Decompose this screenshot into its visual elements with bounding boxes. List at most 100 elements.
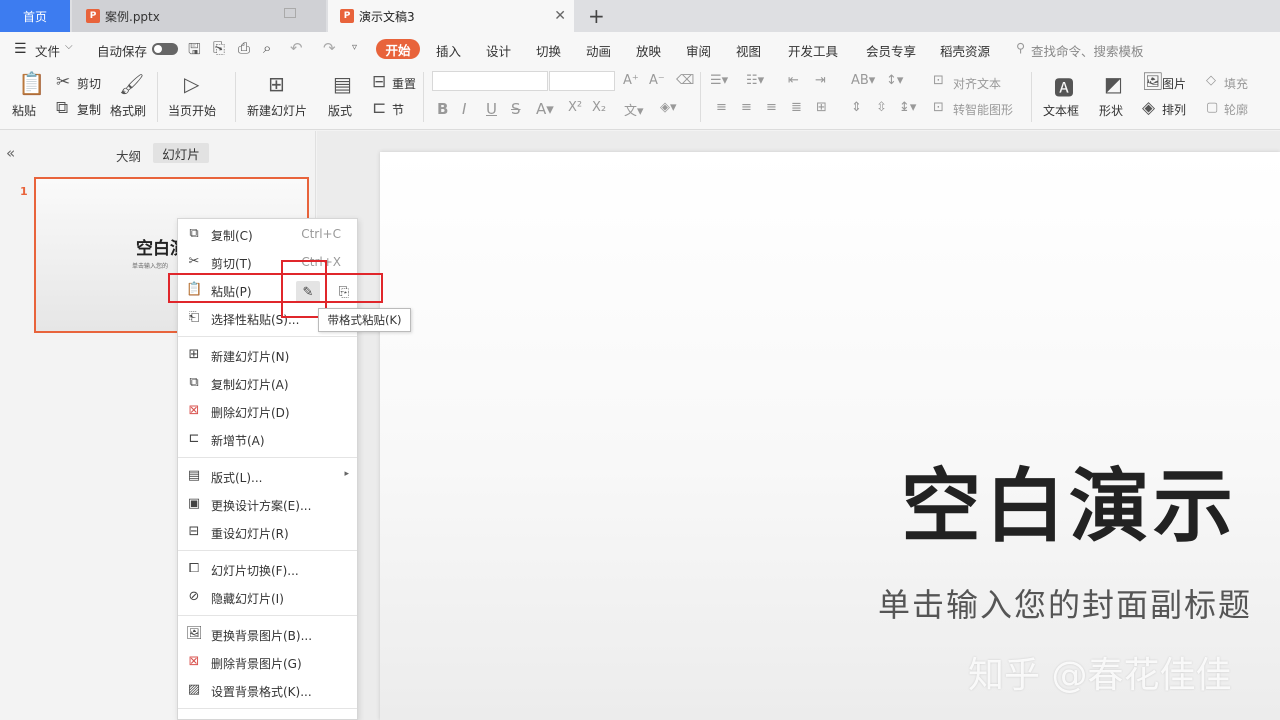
add-tab-button[interactable]: + [588, 4, 605, 28]
menu-tab-design[interactable]: 设计 [486, 41, 511, 60]
export-icon[interactable]: ⎘ [213, 39, 225, 57]
distribute-icon[interactable]: ⊞ [816, 100, 827, 115]
customize-chevron-icon[interactable]: ▿ [352, 42, 357, 53]
font-shrink-icon[interactable]: A⁻ [649, 73, 665, 88]
menu-item-new-slide[interactable]: ⊞ 新建幻灯片(N) [178, 341, 357, 369]
shape-icon[interactable]: ◩ [1104, 72, 1123, 96]
align-text-icon[interactable]: ⊡ [933, 73, 944, 88]
ribbon-smart-graphic-button[interactable]: 转智能图形 [953, 101, 1013, 118]
arrange-icon[interactable]: ◈ [1142, 98, 1155, 118]
ribbon-align-text-button[interactable]: 对齐文本 [953, 75, 1001, 92]
menu-item-background-format[interactable]: ▨ 设置背景格式(K)... [178, 676, 357, 704]
menu-tab-docer[interactable]: 稻壳资源 [940, 41, 990, 60]
menu-tab-member[interactable]: 会员专享 [866, 41, 916, 60]
superscript-icon[interactable]: X² [568, 100, 582, 115]
strikethrough-button[interactable]: S [511, 100, 521, 118]
line-height-icon[interactable]: ↨▾ [899, 100, 916, 115]
preview-icon[interactable]: ⌕ [263, 39, 271, 57]
tab-case-file[interactable]: P 案例.pptx [72, 0, 326, 32]
underline-button[interactable]: U [486, 100, 497, 118]
ribbon-reset-button[interactable]: 重置 [392, 75, 416, 92]
ribbon-from-start-button[interactable]: 当页开始 [168, 102, 216, 119]
slide-title[interactable]: 空白演示 [901, 442, 1237, 558]
highlight-icon[interactable]: ◈▾ [660, 100, 677, 115]
align-center-icon[interactable]: ≡ [741, 100, 752, 115]
copy-icon[interactable]: ⧉ [56, 98, 68, 118]
search-command-input[interactable]: 查找命令、搜索模板 [1031, 41, 1144, 60]
close-icon[interactable]: ✕ [554, 8, 566, 24]
picture-icon[interactable]: 🖼 [1142, 72, 1164, 92]
para-spacing2-icon[interactable]: ⇳ [876, 100, 887, 115]
eraser-icon[interactable]: ⌫ [676, 73, 694, 88]
slide-subtitle[interactable]: 单击输入您的封面副标题 [878, 580, 1252, 626]
italic-button[interactable]: I [462, 100, 466, 118]
textbox-icon[interactable]: 🅰 [1054, 72, 1074, 101]
fill-icon[interactable]: ◇ [1206, 73, 1216, 88]
font-family-select[interactable] [432, 71, 548, 91]
tab-slides[interactable]: 幻灯片 [153, 143, 209, 163]
ribbon-section-button[interactable]: 节 [392, 101, 404, 118]
para-spacing-icon[interactable]: ⇕ [851, 100, 862, 115]
menu-item-transition[interactable]: ⧠ 幻灯片切换(F)... [178, 555, 357, 583]
menu-item-duplicate-slide[interactable]: ⧉ 复制幻灯片(A) [178, 369, 357, 397]
hamburger-icon[interactable]: ☰ [14, 41, 27, 57]
menu-tab-insert[interactable]: 插入 [436, 41, 461, 60]
indent-increase-icon[interactable]: ⇥ [815, 73, 826, 88]
ribbon-picture-button[interactable]: 图片 [1162, 75, 1186, 92]
new-slide-icon[interactable]: ⊞ [268, 72, 285, 96]
autosave-toggle[interactable] [152, 43, 178, 55]
align-right-icon[interactable]: ≡ [766, 100, 777, 115]
outline-icon[interactable]: ▢ [1206, 100, 1218, 115]
collapse-pane-icon[interactable]: « [6, 144, 15, 162]
menu-file[interactable]: 文件 [35, 41, 60, 60]
align-left-icon[interactable]: ≡ [716, 100, 727, 115]
redo-icon[interactable]: ↷ [323, 39, 336, 57]
paste-icon[interactable]: 📋 [18, 72, 45, 97]
menu-tab-view[interactable]: 视图 [736, 41, 761, 60]
bold-button[interactable]: B [437, 100, 448, 118]
menu-item-change-design[interactable]: ▣ 更换设计方案(E)... [178, 490, 357, 518]
menu-item-reset-slide[interactable]: ⊟ 重设幻灯片(R) [178, 518, 357, 546]
ribbon-new-slide-button[interactable]: 新建幻灯片 [247, 102, 307, 119]
reset-icon[interactable]: ⊟ [372, 72, 386, 92]
ribbon-shape-button[interactable]: 形状 [1099, 102, 1123, 119]
print-icon[interactable]: ⎙ [238, 39, 250, 57]
menu-item-layout[interactable]: ▤ 版式(L)... ▸ [178, 462, 357, 490]
indent-decrease-icon[interactable]: ⇤ [788, 73, 799, 88]
smart-graphic-icon[interactable]: ⊡ [933, 100, 944, 115]
undo-icon[interactable]: ↶ [290, 39, 303, 57]
phonetic-icon[interactable]: 文▾ [624, 100, 644, 119]
slide-canvas[interactable]: 空白演示 单击输入您的封面副标题 [380, 152, 1280, 720]
font-color-icon[interactable]: A▾ [536, 100, 554, 118]
menu-item-add-section[interactable]: ⊏ 新增节(A) [178, 425, 357, 453]
bullets-icon[interactable]: ☰▾ [710, 73, 728, 88]
section-icon[interactable]: ⊏ [372, 98, 386, 118]
ribbon-layout-button[interactable]: 版式 [328, 102, 352, 119]
ribbon-outline-button[interactable]: 轮廓 [1224, 101, 1248, 118]
subscript-icon[interactable]: X₂ [592, 100, 606, 115]
font-grow-icon[interactable]: A⁺ [623, 73, 639, 88]
play-icon[interactable]: ▷ [184, 72, 199, 96]
menu-item-hide-slide[interactable]: ⊘ 隐藏幻灯片(I) [178, 583, 357, 611]
menu-tab-animation[interactable]: 动画 [586, 41, 611, 60]
menu-item-change-background[interactable]: 🖼 更换背景图片(B)... [178, 620, 357, 648]
menu-item-delete-slide[interactable]: ⊠ 删除幻灯片(D) [178, 397, 357, 425]
menu-tab-review[interactable]: 审阅 [686, 41, 711, 60]
ribbon-copy-button[interactable]: 复制 [77, 101, 101, 118]
ribbon-textbox-button[interactable]: 文本框 [1043, 102, 1079, 119]
text-direction-icon[interactable]: AB▾ [851, 73, 875, 88]
tab-outline[interactable]: 大纲 [116, 146, 141, 165]
numbering-icon[interactable]: ☷▾ [746, 73, 764, 88]
menu-tab-start[interactable]: 开始 [376, 39, 420, 59]
justify-icon[interactable]: ≣ [791, 100, 802, 115]
scissors-icon[interactable]: ✂ [56, 72, 70, 92]
format-painter-icon[interactable]: 🖌 [119, 72, 144, 96]
save-icon[interactable]: 🖫 [188, 39, 201, 64]
menu-tab-slideshow[interactable]: 放映 [636, 41, 661, 60]
menu-item-delete-background[interactable]: ⊠ 删除背景图片(G) [178, 648, 357, 676]
chevron-down-icon[interactable]: ⌵ [65, 41, 73, 52]
ribbon-cut-button[interactable]: 剪切 [77, 75, 101, 92]
ribbon-fill-button[interactable]: 填充 [1224, 75, 1248, 92]
ribbon-arrange-button[interactable]: 排列 [1162, 101, 1186, 118]
font-size-select[interactable] [549, 71, 615, 91]
